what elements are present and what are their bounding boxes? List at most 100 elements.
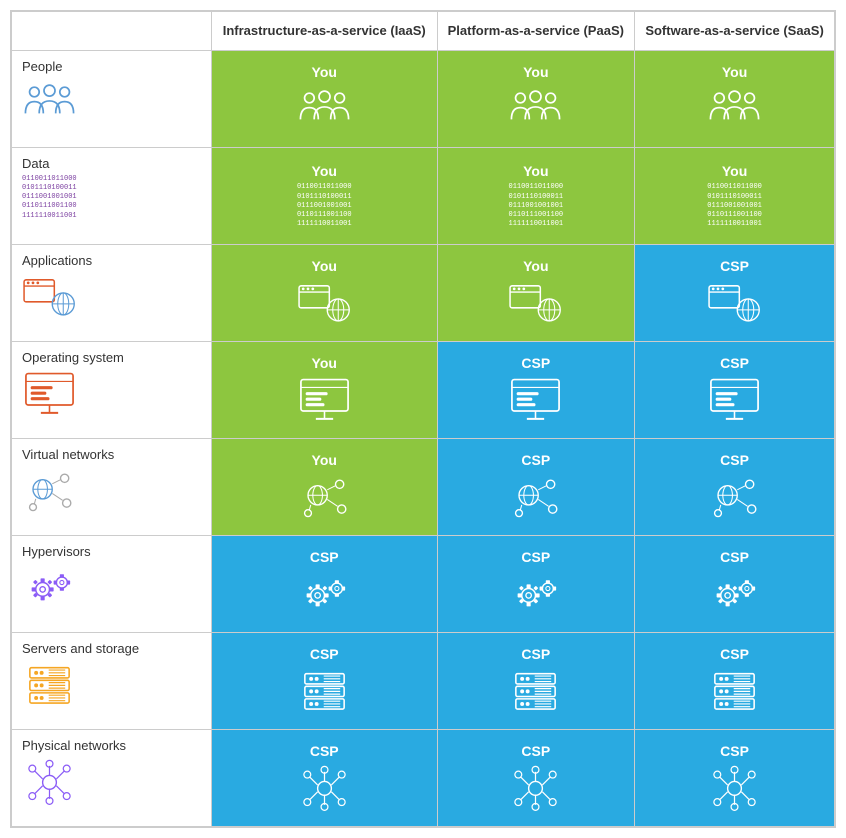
cell-icon-r5-c0	[297, 569, 352, 619]
cell-icon-r3-c2	[707, 375, 762, 425]
cell-label-text: CSP	[310, 743, 339, 759]
cell-label-text: CSP	[521, 646, 550, 662]
cell-icon-r0-c1	[508, 84, 563, 134]
cell-r2-c1: You	[437, 245, 635, 342]
cell-label-text: CSP	[521, 549, 550, 565]
cell-r2-c2: CSP	[635, 245, 835, 342]
row-label-6: Servers and storage	[12, 633, 212, 730]
cell-icon-r7-c2	[707, 763, 762, 813]
row-label-text: Servers and storage	[22, 641, 201, 656]
cell-r1-c0: You 0110011011000010111010001101110010010…	[212, 148, 438, 245]
cell-icon-r4-c2	[707, 472, 762, 522]
table-row: Operating system You CSP CSP	[12, 342, 835, 439]
table-row: Applications You You CSP	[12, 245, 835, 342]
cell-r5-c0: CSP	[212, 536, 438, 633]
row-label-0: People	[12, 51, 212, 148]
row-label-5: Hypervisors	[12, 536, 212, 633]
cell-label-text: CSP	[720, 743, 749, 759]
row-label-text: Virtual networks	[22, 447, 201, 462]
cell-label-text: CSP	[521, 355, 550, 371]
cell-r3-c1: CSP	[437, 342, 635, 439]
row-label-7: Physical networks	[12, 730, 212, 827]
row-label-text: Hypervisors	[22, 544, 201, 559]
cell-icon-r6-c0	[297, 666, 352, 716]
cell-r5-c1: CSP	[437, 536, 635, 633]
cell-label-text: You	[312, 452, 337, 468]
table-row: Servers and storage CSP	[12, 633, 835, 730]
table-row: Virtual networks You CSP CSP	[12, 439, 835, 536]
row-label-icon-3	[22, 369, 201, 419]
cell-r4-c1: CSP	[437, 439, 635, 536]
header-row: Infrastructure-as-a-service (IaaS) Platf…	[12, 12, 835, 51]
cell-r7-c2: CSP	[635, 730, 835, 827]
row-label-icon-0	[22, 78, 201, 128]
cell-icon-r2-c2	[707, 278, 762, 328]
row-label-3: Operating system	[12, 342, 212, 439]
header-col0	[12, 12, 212, 51]
table-row: Data011001101100001011101000110111001001…	[12, 148, 835, 245]
cell-icon-r1-c1: 0110011011000010111010001101110010010010…	[509, 183, 564, 228]
cell-label-text: CSP	[720, 549, 749, 565]
cell-icon-r4-c1	[508, 472, 563, 522]
cell-r5-c2: CSP	[635, 536, 835, 633]
cell-r7-c0: CSP	[212, 730, 438, 827]
cell-r4-c2: CSP	[635, 439, 835, 536]
cell-label-text: You	[312, 64, 337, 80]
cell-label-text: CSP	[720, 258, 749, 274]
cell-r2-c0: You	[212, 245, 438, 342]
cell-label-text: You	[722, 64, 747, 80]
cell-icon-r2-c1	[508, 278, 563, 328]
cell-icon-r7-c1	[508, 763, 563, 813]
cell-r6-c1: CSP	[437, 633, 635, 730]
row-label-icon-5	[22, 563, 201, 613]
cell-label-text: CSP	[720, 452, 749, 468]
row-label-icon-2	[22, 272, 201, 322]
cell-label-text: You	[312, 258, 337, 274]
cell-icon-r3-c0	[297, 375, 352, 425]
cell-r0-c2: You	[635, 51, 835, 148]
row-label-icon-4	[22, 466, 201, 516]
cell-label-text: You	[523, 258, 548, 274]
cell-icon-r0-c2	[707, 84, 762, 134]
cell-r7-c1: CSP	[437, 730, 635, 827]
row-label-icon-7	[22, 757, 201, 807]
table-row: Physical networks CSP CSP	[12, 730, 835, 827]
cell-r6-c2: CSP	[635, 633, 835, 730]
cell-label-text: CSP	[521, 452, 550, 468]
row-label-2: Applications	[12, 245, 212, 342]
header-col2: Platform-as-a-service (PaaS)	[437, 12, 635, 51]
cell-icon-r5-c2	[707, 569, 762, 619]
cell-icon-r6-c1	[508, 666, 563, 716]
row-label-icon-6	[22, 660, 201, 710]
cell-label-text: CSP	[720, 355, 749, 371]
cell-icon-r0-c0	[297, 84, 352, 134]
row-label-1: Data011001101100001011101000110111001001…	[12, 148, 212, 245]
table-row: Hypervisors CSP	[12, 536, 835, 633]
cell-label-text: You	[722, 163, 747, 179]
cell-icon-r5-c1	[508, 569, 563, 619]
cell-r1-c1: You 0110011011000010111010001101110010010…	[437, 148, 635, 245]
cell-r0-c1: You	[437, 51, 635, 148]
cell-icon-r2-c0	[297, 278, 352, 328]
cell-label-text: CSP	[720, 646, 749, 662]
main-table-container: Infrastructure-as-a-service (IaaS) Platf…	[10, 10, 836, 828]
cell-label-text: You	[523, 64, 548, 80]
cell-label-text: You	[523, 163, 548, 179]
cell-icon-r4-c0	[297, 472, 352, 522]
cell-icon-r1-c0: 0110011011000010111010001101110010010010…	[297, 183, 352, 228]
table-row: People You You You	[12, 51, 835, 148]
cell-r6-c0: CSP	[212, 633, 438, 730]
cell-icon-r1-c2: 0110011011000010111010001101110010010010…	[707, 183, 762, 228]
cell-icon-r7-c0	[297, 763, 352, 813]
cell-icon-r6-c2	[707, 666, 762, 716]
cell-label-text: CSP	[310, 549, 339, 565]
header-col1: Infrastructure-as-a-service (IaaS)	[212, 12, 438, 51]
row-label-icon-1: 0110011011000010111010001101110010010010…	[22, 175, 201, 220]
header-col3: Software-as-a-service (SaaS)	[635, 12, 835, 51]
cell-label-text: You	[312, 163, 337, 179]
cell-r3-c2: CSP	[635, 342, 835, 439]
row-label-text: Operating system	[22, 350, 201, 365]
cell-r3-c0: You	[212, 342, 438, 439]
cell-icon-r3-c1	[508, 375, 563, 425]
cell-r0-c0: You	[212, 51, 438, 148]
